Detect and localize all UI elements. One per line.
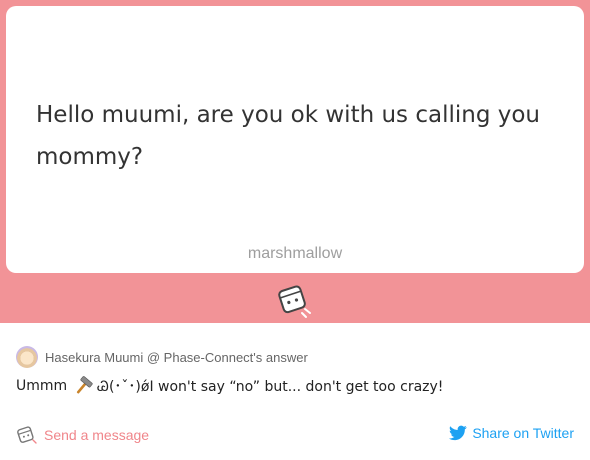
send-message-link[interactable]: Send a message [16, 425, 149, 445]
answer-actions: Send a message Share on Twitter [16, 425, 574, 447]
share-on-twitter-label: Share on Twitter [472, 425, 574, 441]
answer-header: Hasekura Muumi @ Phase-Connect's answer [16, 345, 308, 369]
answer-text: Ummm Ꮚ(･ˇ･)ǿI won't say “no” but... don'… [16, 376, 443, 396]
answered-by-label: Hasekura Muumi @ Phase-Connect's answer [45, 349, 308, 365]
question-card: Hello muumi, are you ok with us calling … [6, 6, 584, 273]
send-message-label: Send a message [44, 427, 150, 443]
brand-label: marshmallow [247, 245, 343, 262]
share-on-twitter-link[interactable]: Share on Twitter [449, 425, 574, 441]
hammer-icon [77, 376, 93, 394]
marshmallow-page: Hello muumi, are you ok with us calling … [0, 0, 590, 460]
avatar [16, 346, 38, 368]
answer-section: Hasekura Muumi @ Phase-Connect's answer … [0, 323, 590, 460]
question-text: Hello muumi, are you ok with us calling … [36, 102, 541, 170]
twitter-bird-icon [449, 425, 468, 441]
marshmallow-mascot-icon [278, 285, 311, 318]
question-band: Hello muumi, are you ok with us calling … [0, 0, 590, 323]
answer-text-start: Ummm [16, 378, 68, 394]
marshmallow-mascot-small-icon [17, 426, 37, 444]
answer-text-end: Ꮚ(･ˇ･)ǿI won't say “no” but... don't get… [97, 379, 444, 395]
